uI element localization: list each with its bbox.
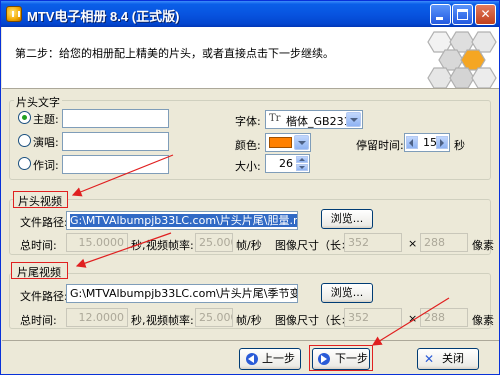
close-window-button[interactable]: ✕: [475, 4, 496, 25]
intro-text-group-title: 片头文字: [14, 94, 62, 110]
forward-arrow-icon: [318, 353, 330, 365]
maximize-button[interactable]: [452, 4, 473, 25]
prev-step-label: 上一步: [262, 352, 295, 365]
intro-height-field: 288: [420, 233, 468, 252]
outro-duration-label: 总时间:: [20, 314, 57, 327]
close-dialog-label: 关闭: [442, 352, 464, 365]
pause-value: 15: [423, 136, 437, 149]
intro-duration-label: 总时间:: [20, 239, 57, 252]
outro-duration-unit: 秒,: [131, 314, 146, 327]
outro-video-title-highlight: 片尾视频: [11, 262, 68, 279]
intro-size-unit: 像素: [472, 239, 494, 252]
intro-framerate-field: 25.000: [195, 233, 233, 252]
spin-up-icon[interactable]: [296, 156, 308, 163]
field-label-title: 主题:: [33, 113, 59, 126]
field-label-singer: 演唱:: [33, 136, 59, 149]
font-icon: Tr: [269, 113, 281, 124]
minimize-button[interactable]: [430, 4, 451, 25]
font-label: 字体:: [235, 115, 261, 128]
title-input[interactable]: [62, 109, 169, 128]
outro-browse-button[interactable]: 浏览...: [321, 283, 373, 303]
prev-step-button[interactable]: 上一步: [239, 348, 301, 370]
back-arrow-icon: [246, 353, 258, 365]
hexagon-logo-icon: [427, 31, 497, 88]
outro-times-sign: ×: [408, 312, 418, 325]
intro-times-sign: ×: [408, 237, 418, 250]
singer-input[interactable]: [62, 132, 169, 151]
pause-label: 停留时间:: [356, 139, 404, 152]
intro-video-title-highlight: 片头视频: [13, 191, 68, 208]
intro-browse-button[interactable]: 浏览...: [321, 209, 373, 229]
intro-duration-unit: 秒,: [131, 239, 146, 252]
app-window: MTV电子相册 8.4 (正式版) ✕ 第二步：给您的相册配上精美的片头，或者直…: [0, 0, 500, 375]
title-bar[interactable]: MTV电子相册 8.4 (正式版) ✕: [1, 1, 499, 27]
size-label: 大小:: [235, 160, 261, 173]
close-x-icon: ✕: [424, 352, 435, 366]
intro-path-input[interactable]: G:\MTVAlbumpjb33LC.com\片头片尾\胆量.mpg: [66, 211, 298, 230]
outro-framerate-label: 视频帧率:: [146, 314, 194, 327]
outro-video-group-title: 片尾视频: [17, 266, 61, 279]
pause-stepper[interactable]: 15: [404, 133, 450, 152]
outro-framerate-field: 25.000: [195, 308, 233, 327]
spin-down-icon[interactable]: [296, 164, 308, 171]
radio-title[interactable]: [18, 111, 31, 124]
color-label: 颜色:: [235, 139, 261, 152]
intro-framerate-unit: 帧/秒: [236, 239, 262, 252]
intro-path-label: 文件路径:: [20, 216, 68, 229]
next-step-button[interactable]: 下一步: [312, 348, 370, 370]
field-label-lyricist: 作词:: [33, 159, 59, 172]
intro-video-group-title: 片头视频: [18, 195, 62, 208]
intro-framerate-label: 视频帧率:: [146, 239, 194, 252]
outro-framerate-unit: 帧/秒: [236, 314, 262, 327]
size-stepper[interactable]: 26: [265, 154, 310, 173]
maximize-icon: [457, 9, 468, 20]
outro-height-field: 288: [420, 308, 468, 327]
outro-path-input[interactable]: G:\MTVAlbumpjb33LC.com\片头片尾\季节变化.mpg: [66, 284, 298, 303]
outro-width-field: 352: [344, 308, 402, 327]
chevron-down-icon[interactable]: [294, 135, 309, 150]
outro-size-unit: 像素: [472, 314, 494, 327]
footer-divider: [2, 340, 499, 341]
step-instruction: 第二步：给您的相册配上精美的片头，或者直接点击下一步继续。: [15, 47, 334, 60]
window-title: MTV电子相册 8.4 (正式版): [27, 9, 180, 24]
intro-width-field: 352: [344, 233, 402, 252]
spin-left-icon[interactable]: [406, 136, 418, 149]
close-dialog-button[interactable]: ✕ 关闭: [417, 348, 479, 370]
size-value: 26: [279, 157, 293, 170]
font-select[interactable]: Tr 楷体_GB2312: [265, 110, 363, 129]
radio-lyricist[interactable]: [18, 157, 31, 170]
pause-unit: 秒: [454, 139, 465, 152]
app-icon: [6, 6, 22, 22]
color-swatch: [269, 137, 292, 148]
minimize-icon: [436, 17, 443, 20]
wizard-header: 第二步：给您的相册配上精美的片头，或者直接点击下一步继续。: [2, 27, 499, 89]
outro-path-label: 文件路径:: [20, 290, 68, 303]
color-picker[interactable]: [265, 133, 311, 152]
size-spin-buttons[interactable]: [296, 156, 308, 171]
intro-path-value: G:\MTVAlbumpjb33LC.com\片头片尾\胆量.mpg: [70, 214, 297, 227]
outro-duration-field: 12.0000: [66, 308, 128, 327]
intro-duration-field: 15.0000: [66, 233, 128, 252]
close-icon: ✕: [480, 7, 491, 21]
lyricist-input[interactable]: [62, 155, 169, 174]
spin-right-icon[interactable]: [436, 136, 448, 149]
next-step-label: 下一步: [335, 352, 368, 365]
chevron-down-icon[interactable]: [346, 112, 361, 127]
radio-singer[interactable]: [18, 134, 31, 147]
